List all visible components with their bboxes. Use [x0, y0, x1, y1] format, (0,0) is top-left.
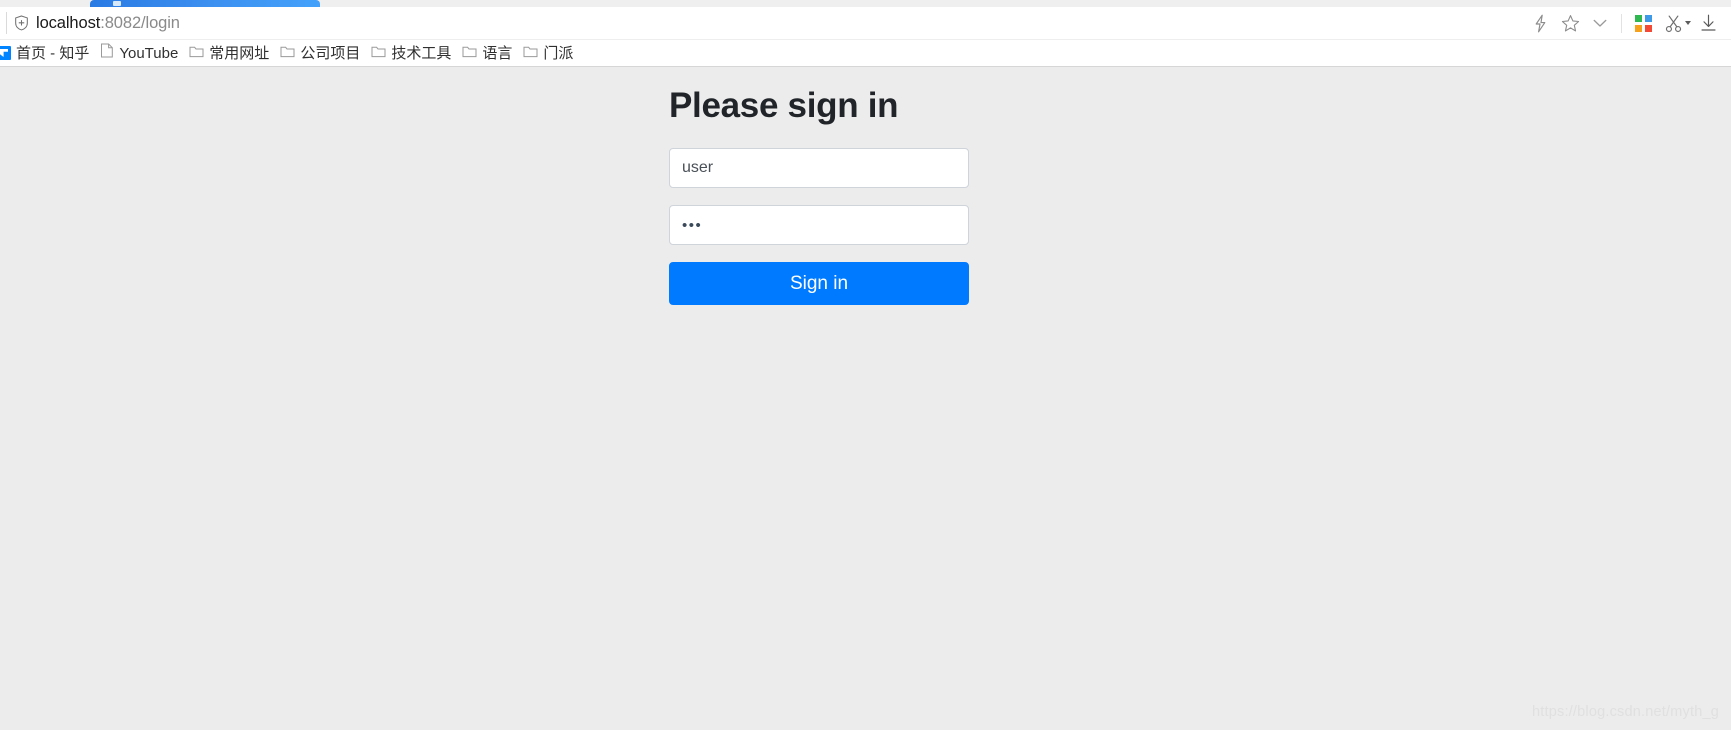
chevron-down-icon	[1593, 19, 1607, 27]
bookmark-label: 语言	[482, 44, 513, 62]
caret-down-icon[interactable]	[1685, 21, 1691, 25]
bookmark-label: 首页 - 知乎	[16, 44, 90, 62]
page-viewport: Please sign in user ••• Sign in https://…	[0, 67, 1731, 730]
bookmark-label: 公司项目	[300, 44, 361, 62]
folder-icon	[371, 44, 386, 63]
page-title: Please sign in	[669, 86, 899, 125]
folder-icon	[523, 44, 538, 63]
folder-icon	[462, 44, 477, 63]
login-form: Please sign in user ••• Sign in	[669, 85, 969, 305]
browser-window: localhost:8082/login 首页 - 知乎 YouTube 常用网…	[0, 0, 1731, 730]
omnibox-left-divider	[6, 12, 7, 34]
grid-cell-green	[1634, 14, 1642, 22]
bookmarks-bar: 首页 - 知乎 YouTube 常用网址 公司项目 技术工具 语言 门派	[0, 40, 1731, 67]
tab-favicon-icon	[113, 1, 121, 6]
zhihu-favicon-icon	[0, 46, 11, 60]
chevron-down-icon-button[interactable]	[1585, 8, 1615, 38]
url-path: :8082/login	[100, 13, 180, 32]
sign-in-button[interactable]: Sign in	[669, 262, 969, 305]
scissors-icon-button[interactable]	[1658, 8, 1688, 38]
url-host: localhost	[36, 13, 101, 32]
bookmark-folder[interactable]: 语言	[458, 41, 519, 65]
toolbar-divider	[1621, 13, 1622, 33]
folder-icon	[280, 44, 295, 63]
browser-toolbar: localhost:8082/login	[0, 7, 1731, 40]
grid-cell-red	[1644, 24, 1652, 32]
toolbar-actions	[1525, 7, 1731, 40]
watermark: https://blog.csdn.net/myth_g	[1532, 704, 1719, 720]
password-input[interactable]: •••	[669, 205, 969, 245]
bookmark-folder[interactable]: 常用网址	[185, 41, 276, 65]
bookmark-label: 常用网址	[209, 44, 270, 62]
lightning-icon	[1535, 14, 1545, 32]
bookmark-label: 技术工具	[391, 44, 452, 62]
download-icon-button[interactable]	[1693, 8, 1723, 38]
page-icon	[100, 43, 114, 63]
star-icon-button[interactable]	[1555, 8, 1585, 38]
grid-cell-blue	[1644, 14, 1652, 22]
bookmark-folder[interactable]: 门派	[519, 41, 580, 65]
bookmark-label: 门派	[543, 44, 574, 62]
bookmark-item[interactable]: YouTube	[96, 41, 185, 65]
color-grid-icon	[1634, 14, 1652, 32]
folder-icon	[189, 44, 204, 63]
grid-cell-orange	[1634, 24, 1642, 32]
shield-plus-icon[interactable]	[14, 15, 29, 31]
star-icon	[1561, 14, 1579, 31]
username-input[interactable]: user	[669, 148, 969, 188]
bookmark-folder[interactable]: 技术工具	[367, 41, 458, 65]
scissors-icon	[1665, 14, 1681, 32]
lightning-icon-button[interactable]	[1525, 8, 1555, 38]
download-icon	[1700, 14, 1716, 31]
bookmark-item[interactable]: 首页 - 知乎	[0, 41, 96, 65]
color-grid-icon-button[interactable]	[1628, 8, 1658, 38]
bookmark-label: YouTube	[119, 44, 179, 62]
bookmark-folder[interactable]: 公司项目	[276, 41, 367, 65]
address-bar[interactable]: localhost:8082/login	[0, 7, 1525, 40]
url-text: localhost:8082/login	[36, 15, 180, 32]
